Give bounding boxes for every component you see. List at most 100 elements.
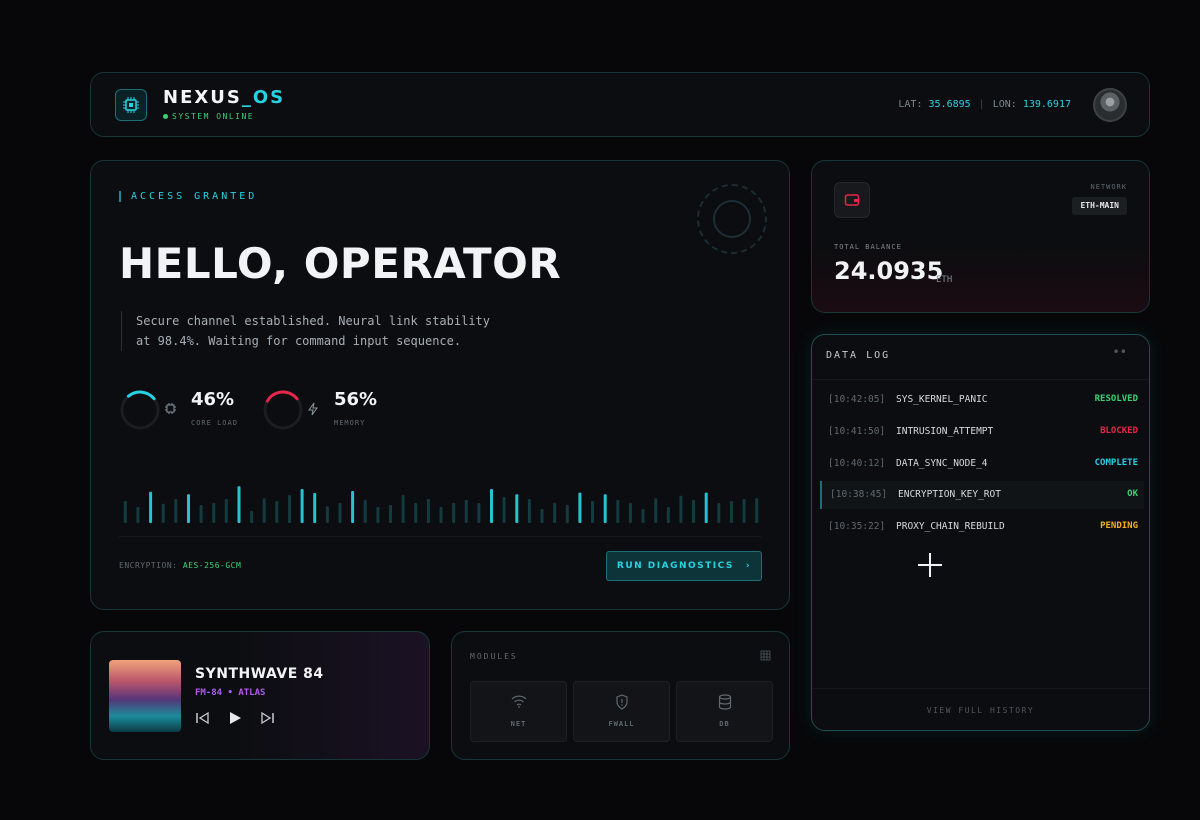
hero-panel: ACCESS GRANTED HELLO, OPERATOR Secure ch… [90, 160, 790, 610]
module-label: DB [719, 720, 730, 728]
chevron-right-icon: › [745, 561, 752, 571]
radar-core-icon [713, 200, 751, 238]
activity-bar [351, 491, 355, 523]
log-time: [10:42:05] [828, 394, 886, 405]
module-label: NET [510, 720, 527, 728]
log-event: INTRUSION_ATTEMPT [896, 426, 994, 437]
activity-bar [591, 501, 594, 523]
activity-bar [742, 499, 746, 523]
activity-bar [692, 499, 695, 523]
chip-icon [115, 89, 147, 121]
activity-bar [275, 501, 279, 523]
wallet-icon[interactable] [834, 182, 870, 218]
run-diagnostics-label: RUN DIAGNOSTICS [616, 561, 734, 571]
activity-bar [161, 503, 165, 523]
lat-label: LAT: [898, 99, 923, 110]
log-time: [10:41:50] [828, 426, 886, 437]
activity-bar [578, 492, 582, 523]
balance-label: TOTAL BALANCE [834, 243, 902, 251]
lat-value: 35.6895 [928, 99, 971, 110]
coord-separator: | [978, 99, 985, 110]
activity-bar [338, 503, 342, 523]
memory-label: MEMORY [334, 419, 366, 427]
log-row[interactable]: [10:40:12] DATA_SYNC_NODE_4 COMPLETE [820, 450, 1144, 478]
activity-bar [616, 499, 620, 523]
activity-bar [325, 506, 329, 523]
activity-bar [212, 503, 216, 523]
activity-bar [704, 492, 708, 523]
log-row-selected[interactable]: [10:38:45] ENCRYPTION_KEY_ROT OK [820, 481, 1144, 509]
wifi-icon [471, 694, 566, 712]
skip-forward-icon[interactable] [259, 711, 275, 729]
play-icon[interactable] [227, 710, 243, 730]
status-dot-icon [163, 114, 168, 119]
core-load-gauge [120, 390, 160, 430]
activity-bar [300, 489, 304, 523]
system-status-text: SYSTEM ONLINE [172, 112, 255, 121]
activity-bar [313, 493, 317, 523]
activity-bar [540, 509, 544, 523]
activity-bar [565, 505, 569, 523]
log-event: SYS_KERNEL_PANIC [896, 394, 988, 405]
activity-bar [452, 503, 456, 523]
database-icon [677, 694, 772, 714]
brand-suffix: _OS [241, 87, 286, 108]
activity-bar [224, 499, 228, 523]
activity-bar [490, 489, 493, 523]
activity-bar [553, 503, 557, 523]
log-row[interactable]: [10:35:22] PROXY_CHAIN_REBUILD PENDING [820, 513, 1144, 541]
shield-icon [574, 694, 669, 714]
network-badge[interactable]: ETH-MAIN [1072, 197, 1127, 215]
bolt-icon [307, 402, 319, 420]
activity-bar [288, 495, 291, 523]
run-diagnostics-button[interactable]: RUN DIAGNOSTICS › [606, 551, 762, 581]
cpu-icon [164, 402, 177, 419]
log-event: DATA_SYNC_NODE_4 [896, 458, 988, 469]
activity-bar [603, 494, 607, 523]
user-avatar[interactable] [1093, 88, 1127, 122]
log-status: COMPLETE [1094, 458, 1138, 468]
core-load-value: 46% [191, 389, 235, 410]
activity-bar [426, 499, 430, 523]
coordinates: LAT: 35.6895 | LON: 139.6917 [898, 99, 1071, 110]
activity-bar [666, 507, 670, 523]
network-label: NETWORK [1090, 183, 1127, 191]
memory-value: 56% [334, 389, 378, 410]
log-event: PROXY_CHAIN_REBUILD [896, 521, 1005, 532]
lon-label: LON: [992, 99, 1017, 110]
grid-icon[interactable] [760, 650, 771, 664]
activity-bar [502, 497, 506, 523]
encryption-info: ENCRYPTION: AES-256-GCM [119, 561, 241, 570]
activity-bar [376, 507, 380, 523]
modules-panel: MODULES NET FWALL DB [451, 631, 790, 760]
activity-bar [237, 486, 241, 523]
activity-visualizer [123, 486, 759, 523]
activity-bar [363, 499, 367, 523]
module-label: FWALL [608, 720, 635, 728]
core-load-label: CORE LOAD [191, 419, 238, 427]
activity-bar [262, 498, 266, 523]
activity-bar [401, 495, 405, 523]
skip-back-icon[interactable] [195, 711, 211, 729]
module-firewall[interactable]: FWALL [573, 681, 670, 742]
log-row[interactable]: [10:42:05] SYS_KERNEL_PANIC RESOLVED [820, 386, 1144, 414]
activity-bar [515, 494, 519, 523]
greeting-title: HELLO, OPERATOR [119, 239, 562, 288]
status-description: Secure channel established. Neural link … [121, 311, 501, 351]
module-net[interactable]: NET [470, 681, 567, 742]
module-db[interactable]: DB [676, 681, 773, 742]
lon-value: 139.6917 [1022, 99, 1071, 110]
balance-unit: ETH [936, 275, 953, 285]
log-row[interactable]: [10:41:50] INTRUSION_ATTEMPT BLOCKED [820, 418, 1144, 446]
activity-bar [729, 501, 733, 523]
view-full-history-link[interactable]: VIEW FULL HISTORY [812, 706, 1149, 715]
activity-bar [123, 501, 127, 523]
activity-bar [414, 503, 418, 523]
brand: NEXUS_OS SYSTEM ONLINE [163, 87, 285, 121]
activity-bar [654, 498, 658, 523]
access-label: ACCESS GRANTED [119, 191, 257, 202]
log-time: [10:38:45] [830, 489, 888, 500]
activity-bar [439, 507, 443, 523]
log-status: RESOLVED [1094, 394, 1138, 404]
more-options-icon[interactable]: •• [1113, 345, 1127, 359]
